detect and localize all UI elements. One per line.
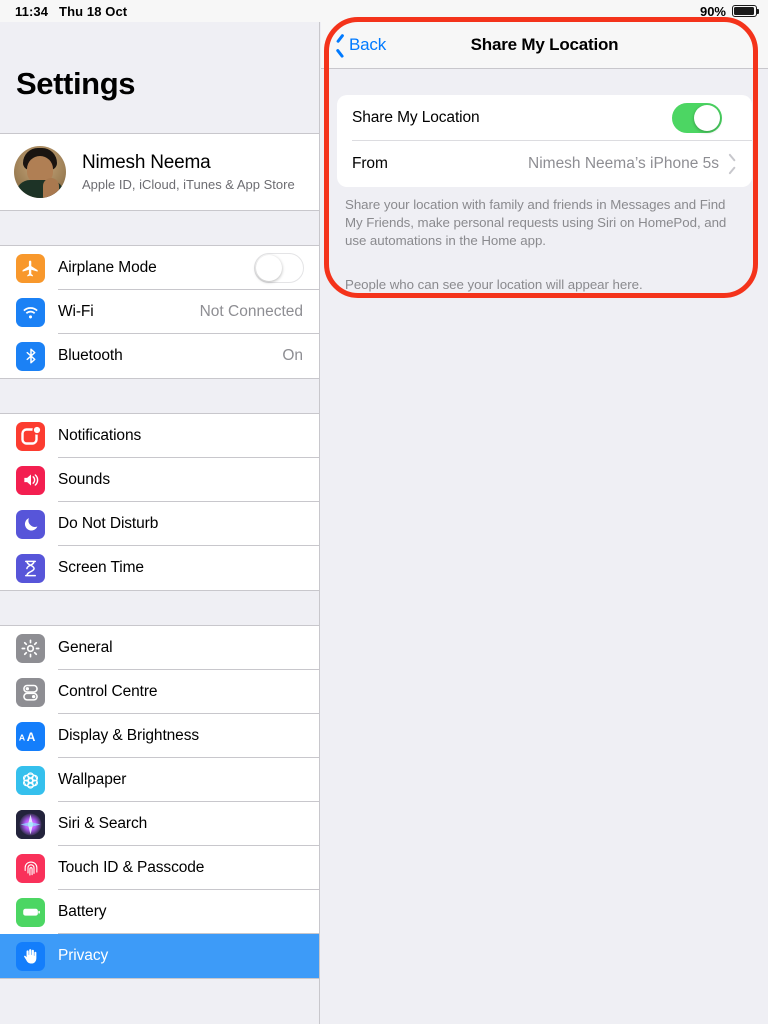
profile-group: Nimesh Neema Apple ID, iCloud, iTunes & … [0,133,319,211]
profile-name: Nimesh Neema [82,152,211,173]
sidebar-item-label: General [58,639,113,656]
sidebar-item-airplane-mode[interactable]: Airplane Mode [0,246,319,290]
siri-icon [16,809,45,839]
sounds-icon [16,465,45,495]
sidebar-item-label: Wi-Fi [58,303,94,320]
sidebar-item-label: Airplane Mode [58,259,157,276]
apple-id-profile-row[interactable]: Nimesh Neema Apple ID, iCloud, iTunes & … [0,134,319,210]
fingerprint-icon [16,853,45,883]
sidebar-item-wallpaper[interactable]: Wallpaper [0,758,319,802]
bluetooth-status-value: On [282,347,303,364]
from-label: From [352,155,388,172]
battery-icon [16,897,45,927]
share-location-description: Share your location with family and frie… [345,197,727,248]
detail-title: Share My Location [470,35,619,54]
chevron-left-icon [335,36,346,55]
back-button-label: Back [349,35,386,54]
gear-icon [16,633,45,663]
wallpaper-icon [16,765,45,795]
sidebar-item-label: Siri & Search [58,815,148,832]
people-visibility-note: People who can see your location will ap… [345,276,643,292]
sidebar-item-label: Notifications [58,427,142,444]
sidebar-item-label: Display & Brightness [58,727,200,744]
sidebar-item-label: Control Centre [58,683,158,700]
sidebar-item-general[interactable]: General [0,626,319,670]
detail-nav-bar: Back Share My Location [321,22,768,69]
from-row[interactable]: From Nimesh Neema’s iPhone 5s [337,141,752,187]
back-button[interactable]: Back [321,35,386,55]
bluetooth-icon [16,341,45,371]
notifications-icon [16,421,45,451]
sidebar-item-label: Bluetooth [58,347,123,364]
profile-subtitle: Apple ID, iCloud, iTunes & App Store [82,177,295,192]
status-time: 11:34 [15,3,49,19]
connectivity-group: Airplane Mode Wi-Fi Not Connected Blueto… [0,245,319,379]
sidebar-item-notifications[interactable]: Notifications [0,414,319,458]
hourglass-icon [16,553,45,583]
control-centre-icon [16,677,45,707]
sidebar-item-label: Wallpaper [58,771,127,788]
system-group: General Control Centre AA Display & Brig… [0,625,319,979]
svg-text:A: A [26,730,35,744]
section-gap [0,379,319,413]
sidebar-item-privacy[interactable]: Privacy [0,934,319,978]
share-my-location-row[interactable]: Share My Location [337,95,752,141]
sidebar-item-siri-search[interactable]: Siri & Search [0,802,319,846]
privacy-hand-icon [16,941,45,971]
svg-text:A: A [18,732,25,742]
sidebar-item-control-centre[interactable]: Control Centre [0,670,319,714]
battery-percent: 90% [699,3,726,19]
section-gap [0,211,319,245]
section-gap [0,591,319,625]
sidebar-item-wifi[interactable]: Wi-Fi Not Connected [0,290,319,334]
from-device-value: Nimesh Neema’s iPhone 5s [528,155,719,172]
sidebar-item-battery[interactable]: Battery [0,890,319,934]
sidebar-item-do-not-disturb[interactable]: Do Not Disturb [0,502,319,546]
status-date: Thu 18 Oct [59,3,128,19]
airplane-mode-toggle[interactable] [254,253,304,283]
profile-text: Nimesh Neema Apple ID, iCloud, iTunes & … [66,152,295,192]
settings-sidebar[interactable]: Settings Nimesh Neema Apple ID, iCloud, … [0,22,320,1024]
sidebar-item-label: Battery [58,903,107,920]
sidebar-item-screen-time[interactable]: Screen Time [0,546,319,590]
chevron-right-icon [728,157,737,172]
detail-pane: Back Share My Location Share My Location… [321,22,768,1024]
sidebar-item-sounds[interactable]: Sounds [0,458,319,502]
sidebar-item-display-brightness[interactable]: AA Display & Brightness [0,714,319,758]
wifi-icon [16,297,45,327]
notifications-group: Notifications Sounds Do Not Disturb Scre… [0,413,319,591]
sidebar-item-label: Screen Time [58,559,144,576]
status-bar-left: 11:34 Thu 18 Oct [0,4,127,19]
status-bar: 11:34 Thu 18 Oct 90% [0,0,768,22]
battery-full-icon [732,5,759,17]
ipad-settings-screen: 11:34 Thu 18 Oct 90% Settings Nimesh Nee… [0,0,768,1024]
page-title: Settings [16,66,136,101]
airplane-icon [16,253,45,283]
share-location-card: Share My Location From Nimesh Neema’s iP… [337,95,752,187]
status-bar-right: 90% [699,0,759,22]
display-brightness-icon: AA [16,721,45,751]
sidebar-item-label: Touch ID & Passcode [58,859,205,876]
sidebar-item-label: Sounds [58,471,110,488]
sidebar-item-bluetooth[interactable]: Bluetooth On [0,334,319,378]
share-my-location-label: Share My Location [352,109,480,126]
sidebar-item-label: Do Not Disturb [58,515,159,532]
sidebar-item-touch-id-passcode[interactable]: Touch ID & Passcode [0,846,319,890]
share-my-location-toggle[interactable] [672,103,722,133]
moon-icon [16,509,45,539]
sidebar-item-label: Privacy [58,947,109,964]
wifi-status-value: Not Connected [199,303,303,320]
user-avatar [14,146,66,198]
section-gap-bottom [0,979,319,1013]
